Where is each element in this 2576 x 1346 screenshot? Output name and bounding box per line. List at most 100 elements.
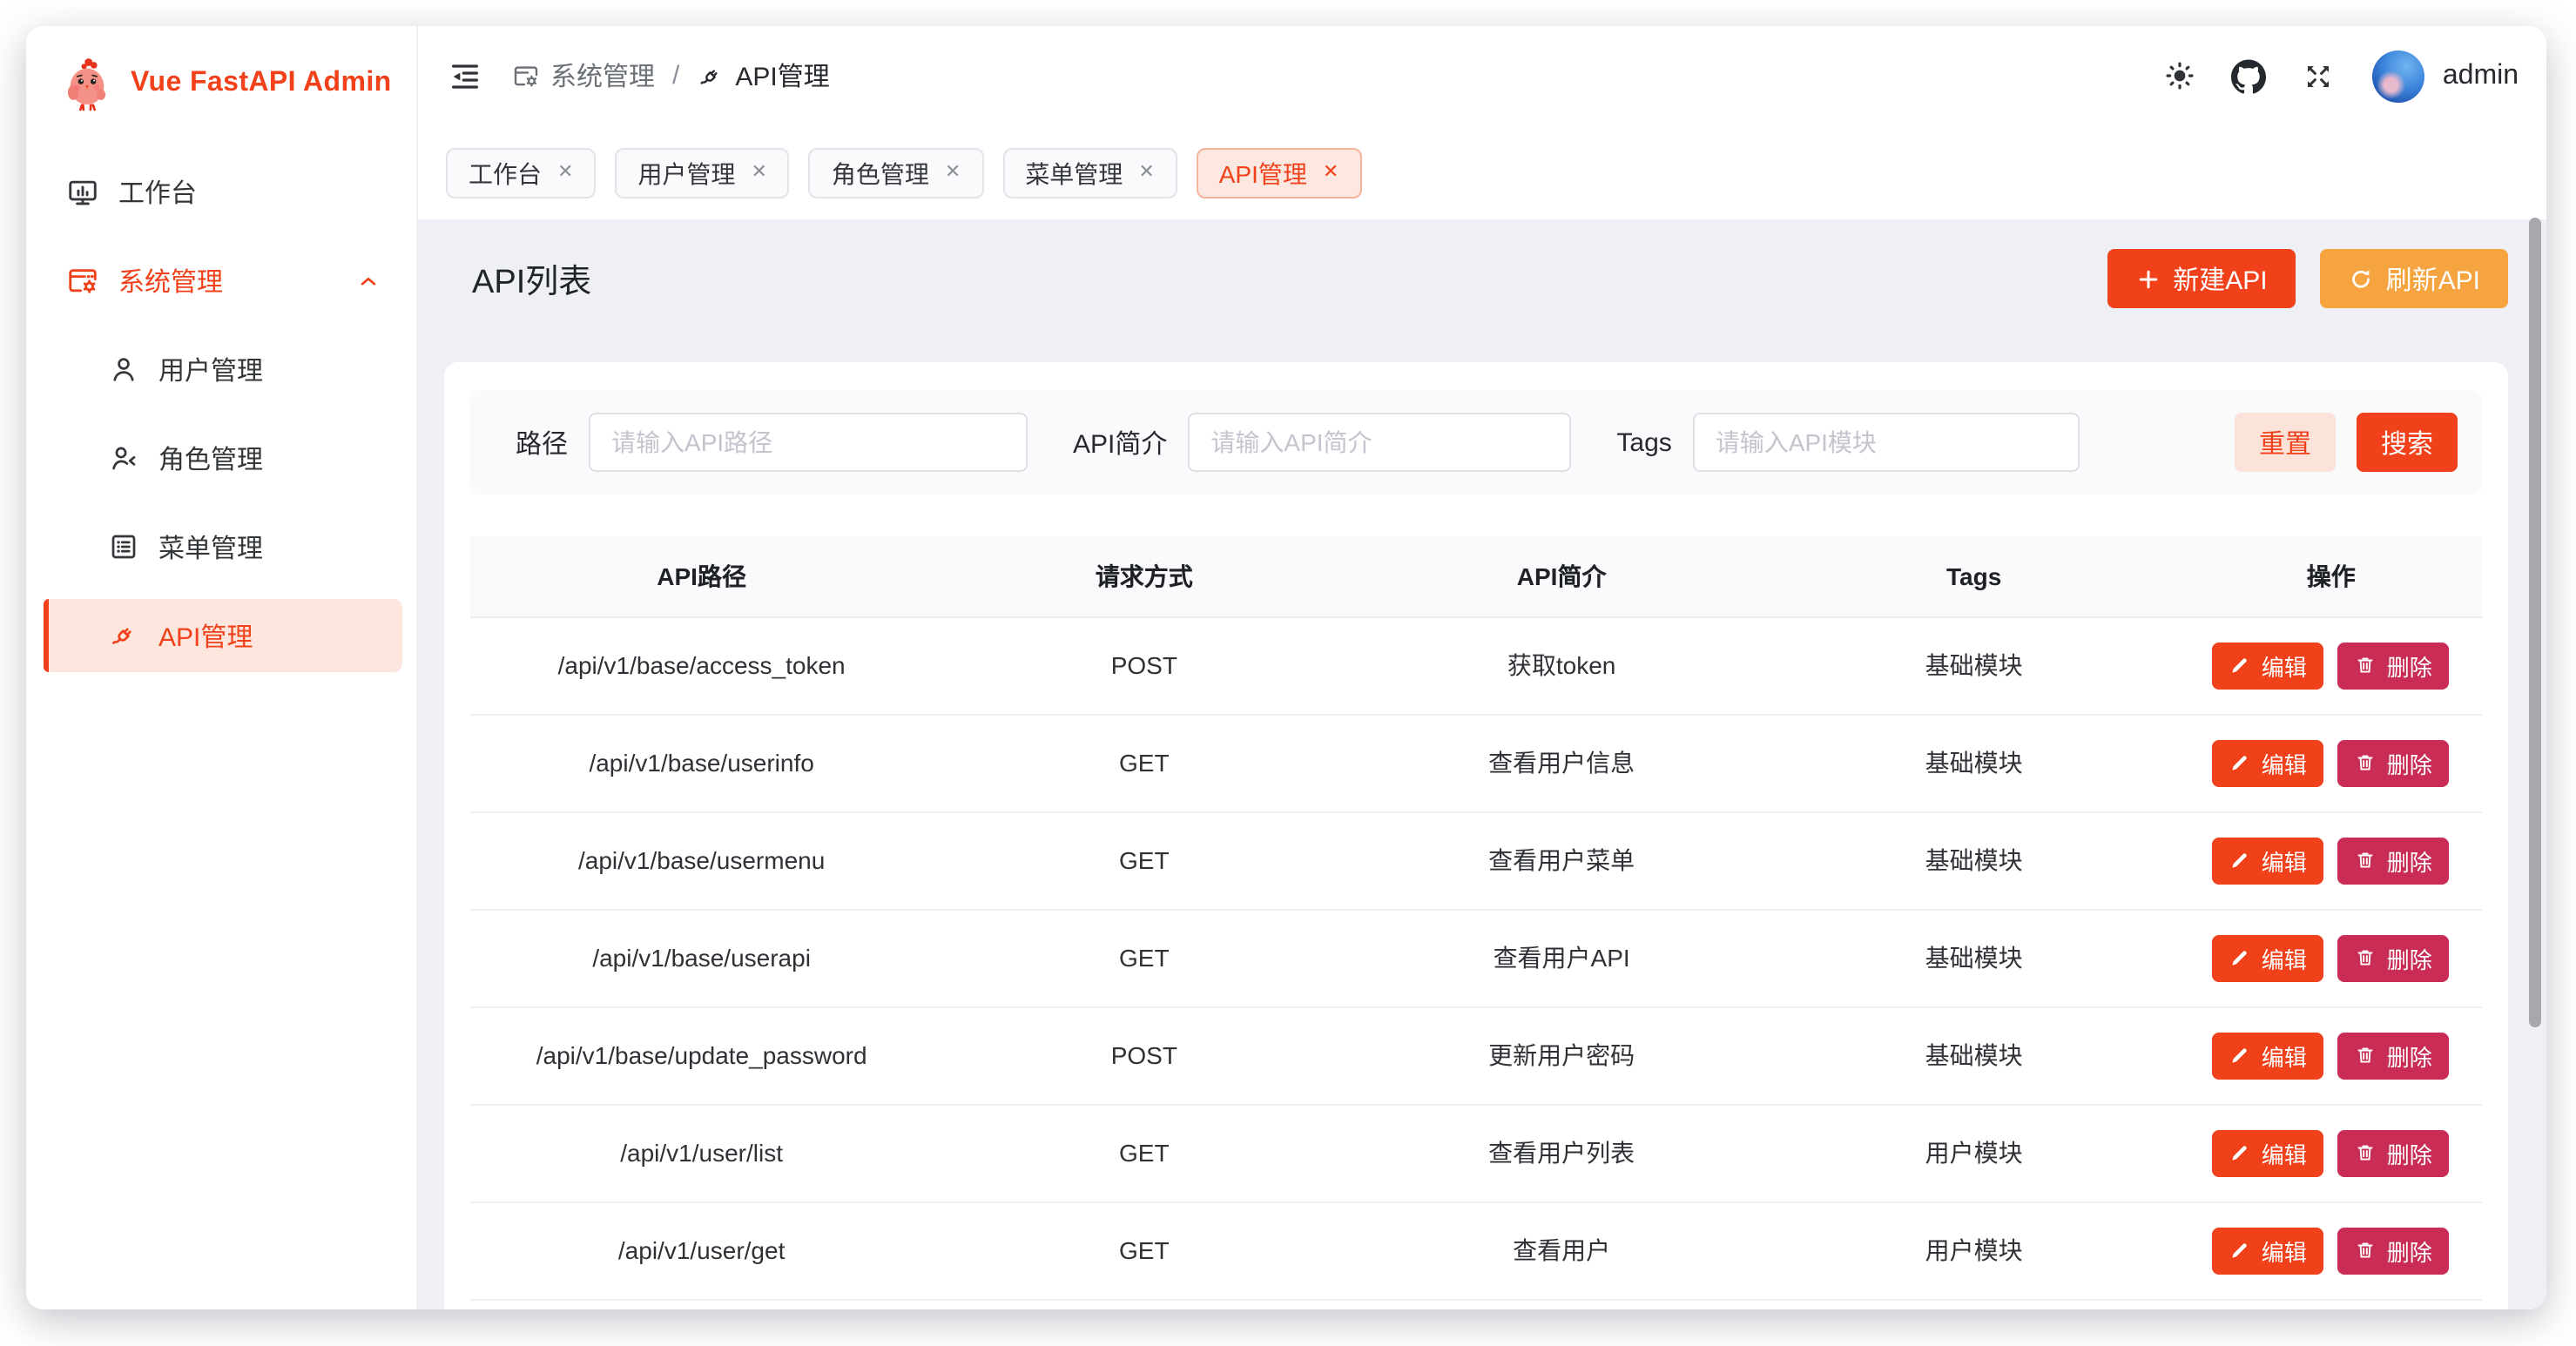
refresh-api-label: 刷新API [2386,260,2480,297]
table-row: /api/v1/base/update_password POST 更新用户密码… [470,1006,2482,1104]
summary-filter-input[interactable] [1188,413,1571,472]
chick-logo-icon [57,54,117,113]
cell-summary: 查看用户 [1355,1201,1768,1299]
sidebar-item-system[interactable]: 系统管理 [44,244,402,317]
app-window: Vue FastAPI Admin 工作台 [26,26,2546,1309]
cell-actions: 编辑 删除 [2180,811,2482,909]
delete-button[interactable]: 删除 [2338,1032,2450,1079]
logo[interactable]: Vue FastAPI Admin [26,26,416,131]
pencil-icon [2230,947,2251,968]
cell-path: /api/v1/base/userinfo [470,714,933,811]
edit-button[interactable]: 编辑 [2213,1129,2324,1176]
username[interactable]: admin [2443,60,2519,91]
sidebar-item-label: 系统管理 [118,262,223,299]
tab-workbench[interactable]: 工作台 ✕ [446,148,596,199]
close-icon[interactable]: ✕ [557,164,573,183]
edit-button[interactable]: 编辑 [2213,1227,2324,1274]
cell-path: /api/v1/base/userapi [470,909,933,1006]
cell-method: POST [933,1006,1355,1104]
edit-button[interactable]: 编辑 [2213,739,2324,786]
tab-menus[interactable]: 菜单管理 ✕ [1002,148,1177,199]
table-row: /api/v1/base/usermenu GET 查看用户菜单 基础模块 编辑 [470,811,2482,909]
trash-icon [2356,947,2377,968]
sidebar-item-roles[interactable]: 角色管理 [44,421,402,495]
fullscreen-icon[interactable] [2293,50,2345,102]
pencil-icon [2230,850,2251,871]
breadcrumb-item-api[interactable]: API管理 [697,57,829,94]
col-summary: API简介 [1355,536,1768,616]
cell-tags: 用户模块 [1768,1104,2181,1201]
delete-button[interactable]: 删除 [2338,1227,2450,1274]
tab-users[interactable]: 用户管理 ✕ [615,148,789,199]
delete-button[interactable]: 删除 [2338,739,2450,786]
close-icon[interactable]: ✕ [945,164,961,183]
delete-button[interactable]: 删除 [2338,1129,2450,1176]
sidebar-item-workbench[interactable]: 工作台 [44,155,402,228]
breadcrumb-item-system[interactable]: 系统管理 [512,57,655,94]
edit-button[interactable]: 编辑 [2213,642,2324,689]
pencil-icon [2230,752,2251,773]
edit-button[interactable]: 编辑 [2213,934,2324,981]
path-filter-input[interactable] [589,413,1028,472]
tags-filter-input[interactable] [1693,413,2080,472]
close-icon[interactable]: ✕ [751,164,766,183]
menu-list-icon [106,530,139,563]
api-plug-icon [106,619,139,652]
monitor-icon [66,175,99,208]
cell-method: GET [933,811,1355,909]
sidebar-item-menus[interactable]: 菜单管理 [44,510,402,583]
edit-button[interactable]: 编辑 [2213,837,2324,884]
summary-filter-label: API简介 [1073,424,1167,461]
delete-button[interactable]: 删除 [2338,934,2450,981]
delete-button[interactable]: 删除 [2338,642,2450,689]
cell-tags: 基础模块 [1768,811,2181,909]
cell-actions: 编辑 删除 [2180,616,2482,714]
table-row: /api/v1/base/access_token POST 获取token 基… [470,616,2482,714]
theme-sun-icon[interactable] [2154,50,2206,102]
trash-icon [2356,752,2377,773]
filter-bar: 路径 API简介 Tags 重置 搜索 [470,390,2482,495]
breadcrumb-label: 系统管理 [550,57,655,94]
refresh-api-button[interactable]: 刷新API [2320,249,2508,308]
tab-label: API管理 [1219,156,1307,191]
cell-summary: 查看用户API [1355,909,1768,1006]
sidebar-item-label: 工作台 [118,173,197,210]
cell-method: GET [933,714,1355,811]
close-icon[interactable]: ✕ [1138,164,1154,183]
filter-actions: 重置 搜索 [2235,413,2458,472]
close-icon[interactable]: ✕ [1323,164,1339,183]
cell-path: /api/v1/base/usermenu [470,811,933,909]
trash-icon [2356,1045,2377,1066]
breadcrumb-label: API管理 [735,57,829,94]
vertical-scrollbar[interactable] [2529,218,2541,1027]
table-row: /api/v1/user/list GET 查看用户列表 用户模块 编辑 [470,1104,2482,1201]
cell-path: /api/v1/user/list [470,1104,933,1201]
search-button[interactable]: 搜索 [2357,413,2458,472]
collapse-sidebar-icon[interactable] [439,50,491,102]
tab-roles[interactable]: 角色管理 ✕ [809,148,983,199]
cell-actions: 编辑 删除 [2180,1104,2482,1201]
breadcrumb-separator: / [672,61,679,91]
sidebar-item-label: 菜单管理 [158,528,263,565]
delete-button[interactable]: 删除 [2338,837,2450,884]
window-gear-icon [66,264,99,297]
plus-icon [2134,266,2161,292]
avatar[interactable] [2373,50,2425,102]
col-actions: 操作 [2180,536,2482,616]
topbar-actions: admin [2154,50,2519,102]
cell-summary: 查看用户菜单 [1355,811,1768,909]
edit-button[interactable]: 编辑 [2213,1032,2324,1079]
reset-button[interactable]: 重置 [2235,413,2336,472]
cell-path: /api/v1/base/access_token [470,616,933,714]
pencil-icon [2230,655,2251,676]
sidebar-item-users[interactable]: 用户管理 [44,333,402,406]
sidebar-item-label: 用户管理 [158,351,263,387]
cell-summary: 获取token [1355,616,1768,714]
tab-api[interactable]: API管理 ✕ [1197,148,1362,199]
cell-tags: 基础模块 [1768,909,2181,1006]
github-icon[interactable] [2223,50,2276,102]
cell-method: POST [933,616,1355,714]
sidebar-item-api[interactable]: API管理 [44,599,402,672]
app-title: Vue FastAPI Admin [131,68,392,99]
create-api-button[interactable]: 新建API [2107,249,2295,308]
